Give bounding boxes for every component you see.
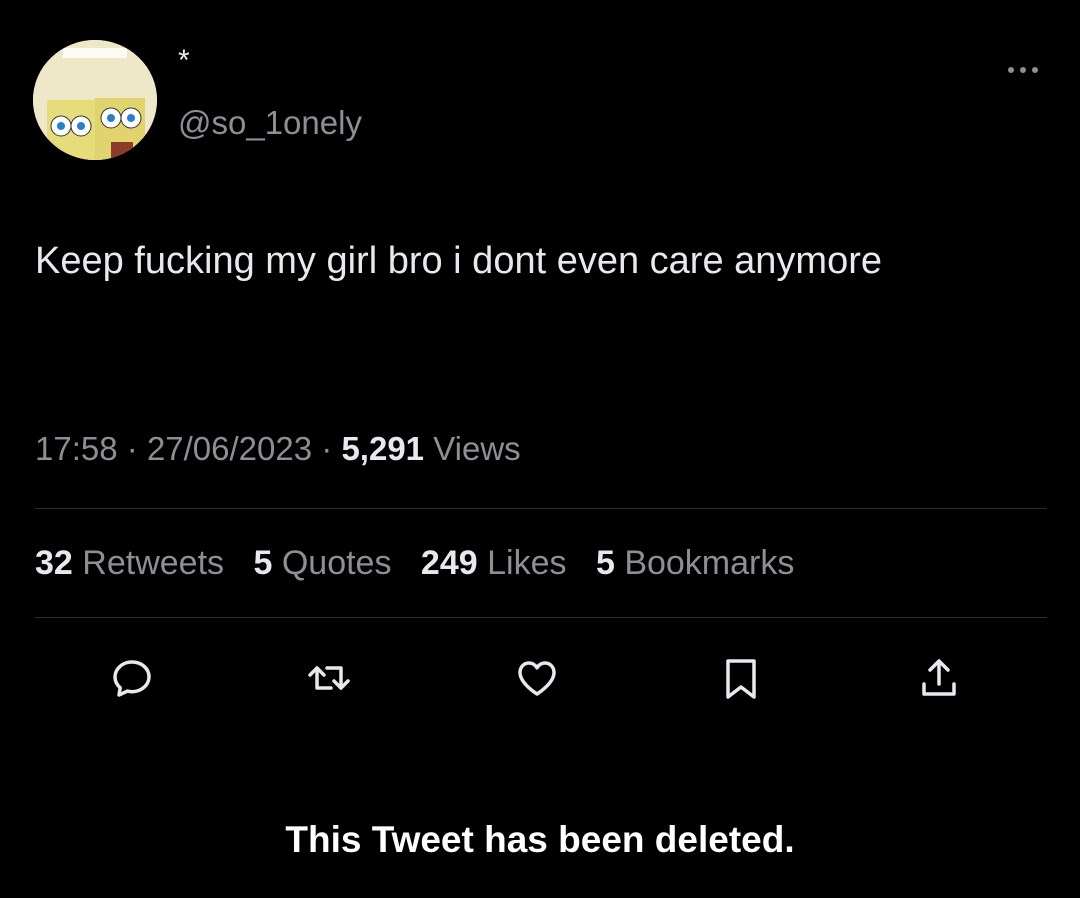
quotes-label: Quotes — [281, 544, 392, 582]
display-name[interactable]: * — [178, 46, 190, 76]
retweet-icon — [308, 666, 350, 690]
retweets-label: Retweets — [82, 544, 225, 582]
bookmarks-stat[interactable]: 5 Bookmarks — [596, 540, 794, 586]
divider — [35, 508, 1047, 509]
avatar[interactable] — [33, 40, 157, 160]
bookmark-icon — [726, 659, 756, 699]
share-icon — [922, 659, 956, 696]
quotes-count: 5 — [253, 544, 273, 582]
like-icon — [518, 661, 556, 696]
like-button[interactable] — [513, 654, 561, 702]
engagement-stats: 32 Retweets 5 Quotes 249 Likes 5 Bookmar… — [35, 540, 814, 586]
meta-separator: · — [321, 430, 333, 467]
more-options-icon[interactable] — [1005, 60, 1045, 80]
share-button[interactable] — [915, 654, 963, 702]
tweet-text: Keep fucking my girl bro i dont even car… — [35, 240, 882, 282]
reply-icon — [113, 660, 151, 697]
deleted-notice: This Tweet has been deleted. — [285, 819, 795, 860]
likes-count: 249 — [420, 544, 478, 582]
bookmark-button[interactable] — [717, 654, 765, 702]
views-count: 5,291 — [341, 430, 425, 467]
likes-label: Likes — [487, 544, 567, 582]
tweet-meta: 17:58 · 27/06/2023 · 5,291 Views — [35, 427, 521, 471]
quotes-stat[interactable]: 5 Quotes — [253, 540, 391, 586]
retweet-button[interactable] — [305, 654, 353, 702]
views-label: Views — [433, 430, 521, 467]
bookmarks-count: 5 — [595, 544, 615, 582]
bookmarks-label: Bookmarks — [624, 544, 795, 582]
meta-separator: · — [126, 430, 138, 467]
divider — [35, 617, 1047, 618]
spongebob-avatar-icon — [33, 40, 157, 160]
user-handle[interactable]: @so_1onely — [178, 103, 362, 143]
retweets-stat[interactable]: 32 Retweets — [35, 540, 224, 586]
likes-stat[interactable]: 249 Likes — [421, 540, 567, 586]
reply-button[interactable] — [108, 654, 156, 702]
tweet-time[interactable]: 17:58 — [35, 430, 118, 467]
retweets-count: 32 — [35, 544, 73, 582]
tweet-date[interactable]: 27/06/2023 — [147, 430, 312, 467]
